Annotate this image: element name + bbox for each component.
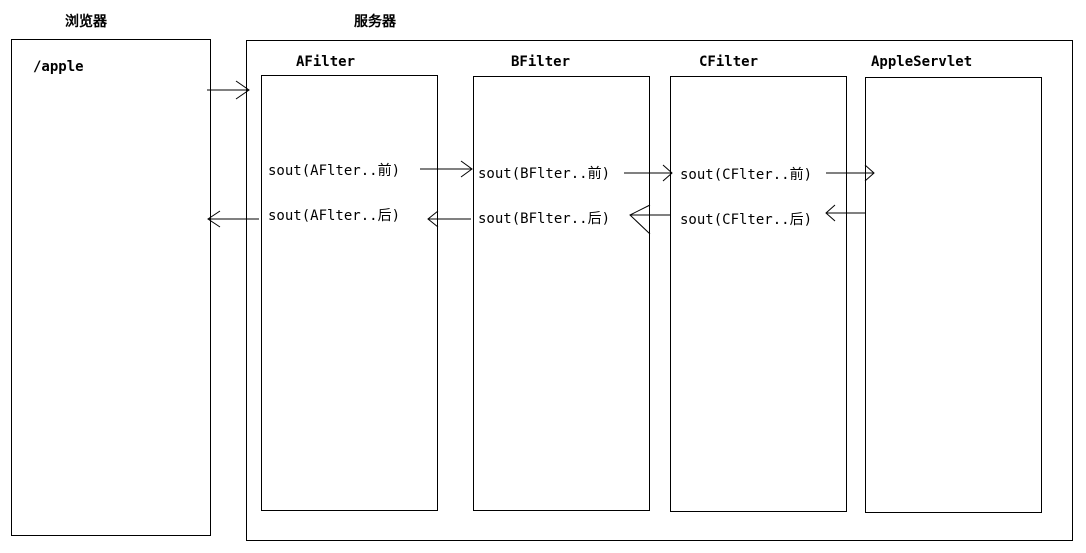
arrow-response-servlet-to-cfilter	[825, 204, 865, 222]
arrow-request-browser-to-afilter	[207, 80, 250, 100]
arrow-response-bfilter-to-afilter	[427, 210, 471, 228]
arrow-request-bfilter-to-cfilter	[624, 164, 673, 182]
flow-arrows	[207, 80, 875, 235]
arrow-response-cfilter-to-bfilter	[629, 204, 670, 235]
arrow-request-cfilter-to-servlet	[826, 164, 875, 182]
arrow-response-afilter-to-browser	[207, 210, 259, 228]
arrow-request-afilter-to-bfilter	[420, 160, 473, 178]
